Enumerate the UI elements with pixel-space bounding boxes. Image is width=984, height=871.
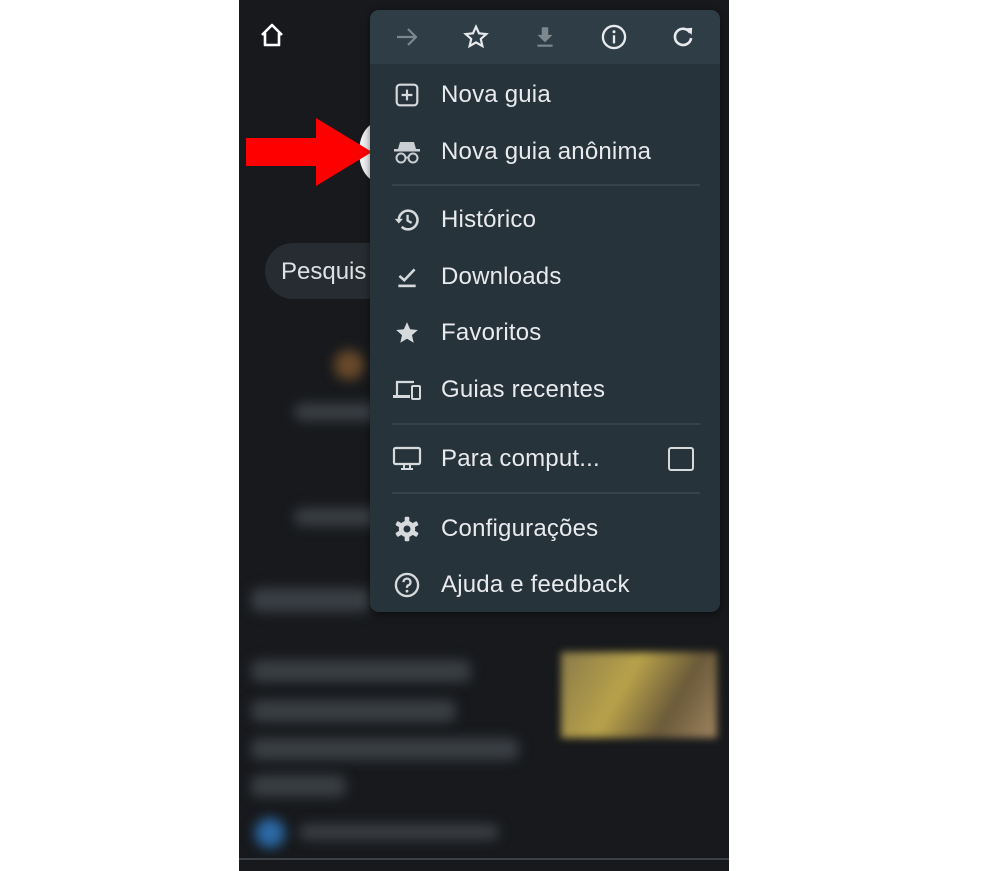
- blurred-text: [251, 588, 371, 612]
- menu-item-recent-tabs[interactable]: Guias recentes: [370, 365, 720, 415]
- menu-item-label: Favoritos: [441, 319, 542, 346]
- menu-item-label: Nova guia: [441, 81, 551, 108]
- desktop-icon: [392, 444, 422, 474]
- help-icon: [392, 570, 422, 600]
- menu-item-label: Nova guia anônima: [441, 138, 652, 165]
- menu-item-label: Configurações: [441, 515, 599, 542]
- devices-icon: [392, 375, 422, 405]
- divider: [239, 858, 729, 860]
- blurred-text: [251, 738, 519, 760]
- blurred-text: [251, 775, 346, 797]
- menu-item-incognito-tab[interactable]: Nova guia anônima: [370, 127, 720, 177]
- menu-item-label: Ajuda e feedback: [441, 571, 630, 598]
- menu-item-new-tab[interactable]: Nova guia: [370, 70, 720, 120]
- history-icon: [392, 205, 422, 235]
- overflow-menu: Nova guia Nova guia anônima Histórico Do…: [370, 10, 720, 612]
- forward-arrow-icon[interactable]: [392, 22, 422, 52]
- star-outline-icon[interactable]: [461, 22, 491, 52]
- home-icon[interactable]: [259, 22, 285, 48]
- downloads-check-icon: [392, 262, 422, 292]
- desktop-site-checkbox[interactable]: [668, 447, 694, 471]
- menu-item-desktop-site[interactable]: Para comput...: [370, 434, 720, 484]
- incognito-icon: [392, 137, 422, 167]
- new-tab-icon: [392, 80, 422, 110]
- menu-item-settings[interactable]: Configurações: [370, 504, 720, 554]
- blurred-text: [299, 824, 499, 840]
- menu-item-help-feedback[interactable]: Ajuda e feedback: [370, 560, 720, 610]
- blurred-thumbnail: [561, 652, 717, 738]
- menu-toolbar: [370, 10, 720, 64]
- menu-divider: [392, 184, 700, 186]
- menu-divider: [392, 492, 700, 494]
- menu-item-bookmarks[interactable]: Favoritos: [370, 308, 720, 358]
- blurred-text: [251, 660, 471, 682]
- menu-item-label: Histórico: [441, 206, 537, 233]
- download-icon[interactable]: [530, 22, 560, 52]
- red-arrow-annotation: [246, 118, 372, 186]
- info-icon[interactable]: [599, 22, 629, 52]
- menu-item-history[interactable]: Histórico: [370, 195, 720, 245]
- menu-item-label: Downloads: [441, 263, 562, 290]
- menu-item-downloads[interactable]: Downloads: [370, 252, 720, 302]
- blurred-text: [251, 700, 456, 722]
- star-icon: [392, 318, 422, 348]
- menu-item-label: Para comput...: [441, 445, 600, 472]
- refresh-icon[interactable]: [668, 22, 698, 52]
- blurred-shortcut: [334, 350, 364, 380]
- blurred-avatar: [255, 818, 285, 848]
- search-placeholder: Pesquis: [281, 258, 367, 285]
- menu-divider: [392, 423, 700, 425]
- gear-icon: [392, 514, 422, 544]
- menu-item-label: Guias recentes: [441, 376, 606, 403]
